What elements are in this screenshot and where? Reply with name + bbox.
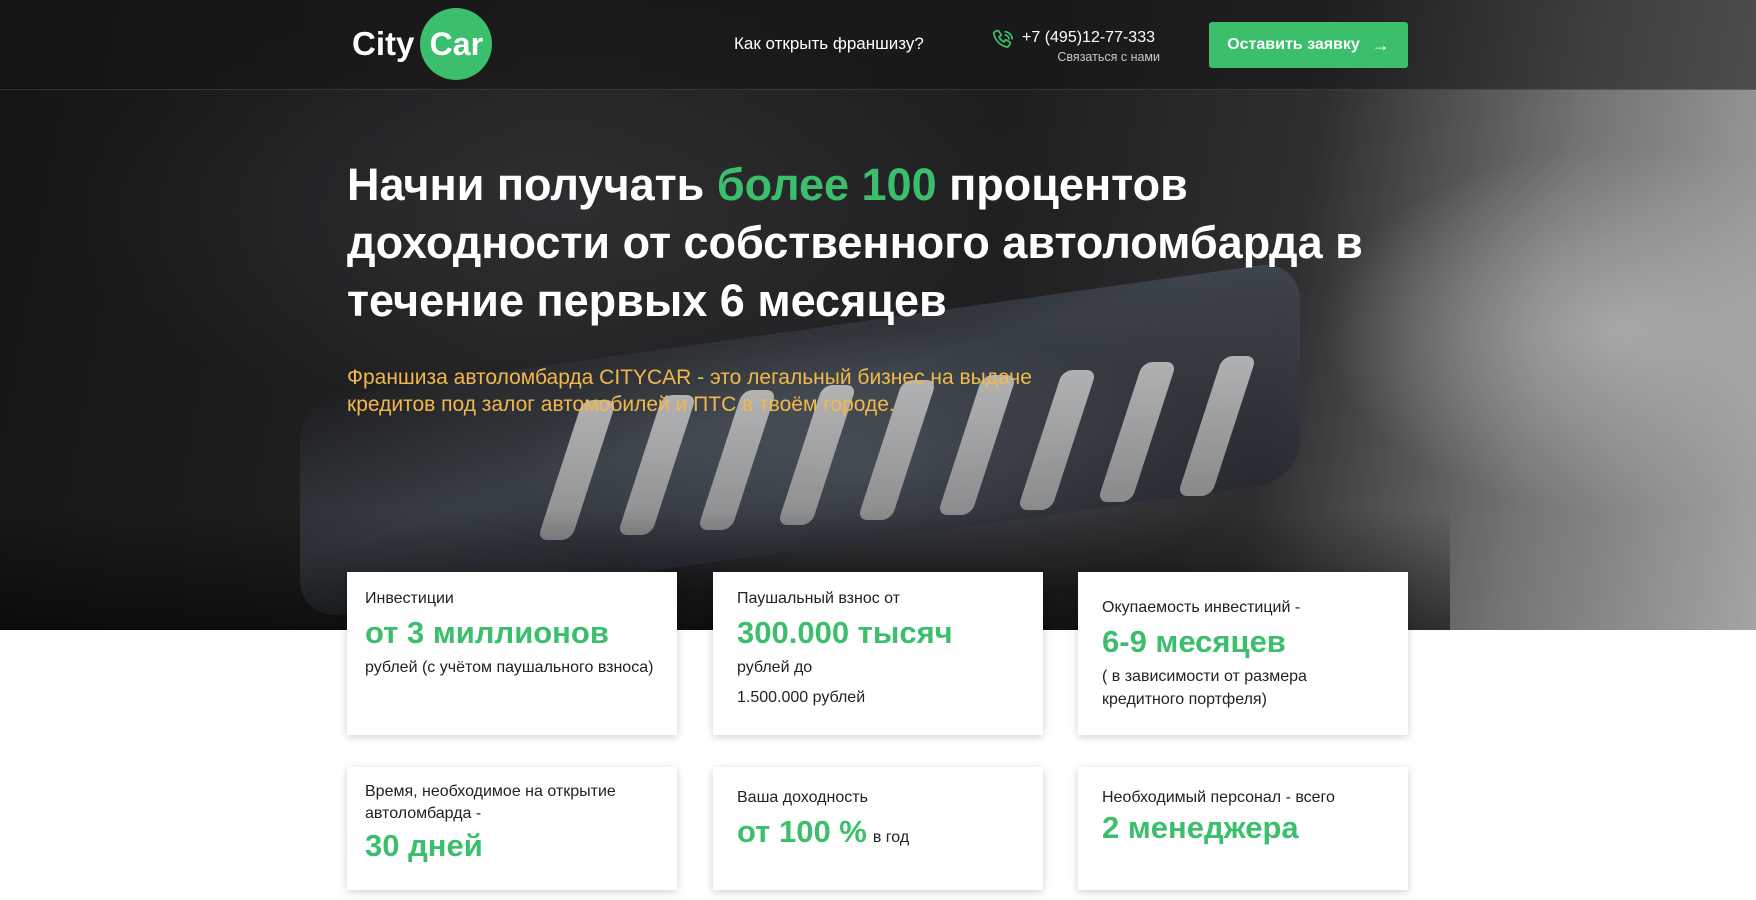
contact-us-label[interactable]: Связаться с нами: [1022, 50, 1160, 64]
profitability-label: Ваша доходность: [737, 789, 868, 806]
headline-accent: более 100: [716, 159, 937, 210]
investments-note: рублей (с учётом паушального взноса): [365, 659, 654, 676]
profitability-card: Ваша доходность от 100 % в год: [713, 767, 1043, 890]
payback-note: ( в зависимости от размера кредитного по…: [1102, 668, 1307, 708]
phone-icon[interactable]: [990, 28, 1016, 54]
logo[interactable]: City Car: [352, 8, 493, 80]
franchise-howto-link[interactable]: Как открыть франшизу?: [734, 34, 924, 54]
opening-time-card: Время, необходимое на открытие автоломба…: [347, 767, 677, 890]
fee-value: 300.000 тысяч: [737, 615, 953, 650]
site-header: City Car Как открыть франшизу? +7 (495)1…: [0, 0, 1756, 90]
investments-label: Инвестиции: [365, 590, 454, 607]
payback-value: 6-9 месяцев: [1102, 624, 1286, 659]
logo-city-text: City: [352, 25, 415, 62]
fee-card: Паушальный взнос от 300.000 тысяч рублей…: [713, 572, 1043, 735]
headline-part-1: Начни получать: [347, 159, 717, 210]
landing-page: City Car Как открыть франшизу? +7 (495)1…: [0, 0, 1756, 900]
staff-card: Необходимый персонал - всего 2 менеджера: [1078, 767, 1408, 890]
fee-note-1: рублей до: [737, 659, 813, 676]
arrow-right-icon: →: [1371, 34, 1390, 55]
submit-request-label: Оставить заявку: [1227, 36, 1360, 53]
opening-time-value: 30 дней: [365, 828, 483, 863]
fee-note-2: 1.500.000 рублей: [737, 689, 866, 706]
profitability-value: от 100 %: [737, 814, 867, 849]
profitability-suffix: в год: [872, 829, 910, 846]
phone-number[interactable]: +7 (495)12-77-333: [1022, 29, 1155, 47]
submit-request-button[interactable]: Оставить заявку →: [1209, 22, 1408, 68]
staff-label: Необходимый персонал - всего: [1102, 789, 1335, 806]
hero-subline: Франшиза автоломбарда CITYCAR - это лега…: [347, 366, 1032, 416]
investments-value: от 3 миллионов: [365, 615, 609, 650]
payback-label: Окупаемость инвестиций -: [1102, 599, 1301, 616]
payback-card: Окупаемость инвестиций - 6-9 месяцев ( в…: [1078, 572, 1408, 735]
hero-headline: Начни получать более 100 процентов доход…: [347, 156, 1397, 330]
logo-car-badge: Car: [420, 8, 493, 80]
profitability-row: от 100 % в год: [737, 813, 1019, 851]
fee-label: Паушальный взнос от: [737, 590, 901, 607]
investments-card: Инвестиции от 3 миллионов рублей (с учёт…: [347, 572, 677, 735]
opening-time-label: Время, необходимое на открытие автоломба…: [365, 783, 616, 822]
staff-value: 2 менеджера: [1102, 810, 1299, 845]
